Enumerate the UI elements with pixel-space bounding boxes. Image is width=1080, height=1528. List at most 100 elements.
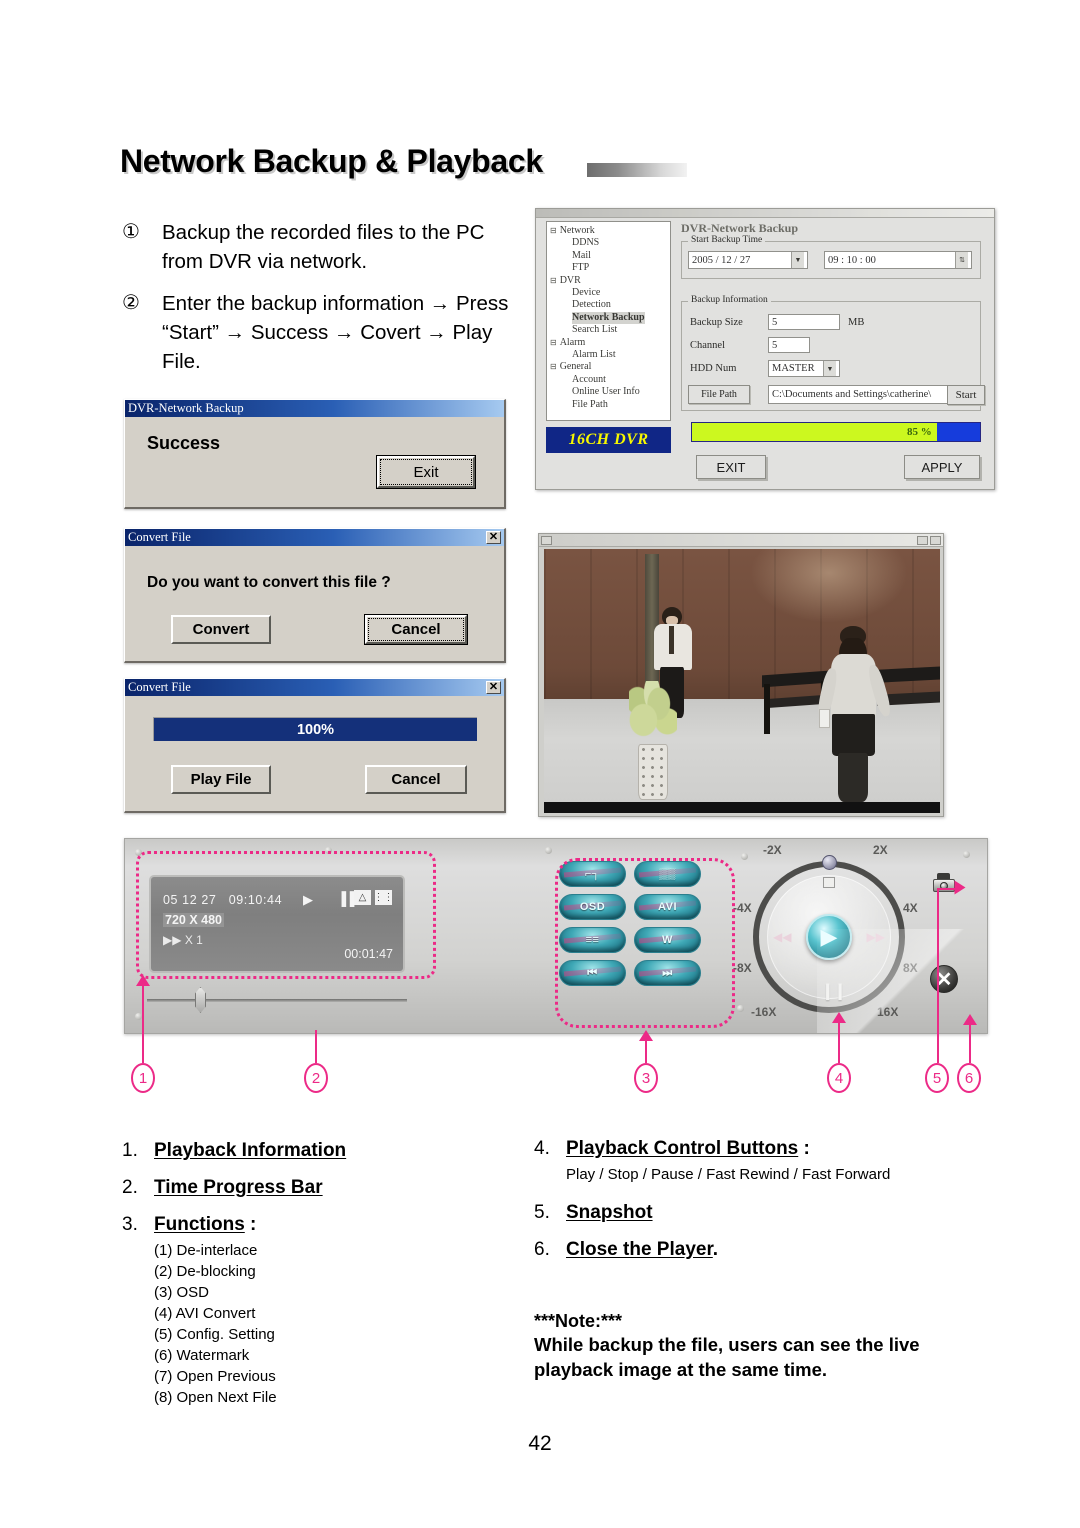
callout-3: 3 bbox=[634, 1063, 658, 1093]
tree-item-detection[interactable]: Detection bbox=[550, 299, 668, 311]
speed-value: X 1 bbox=[184, 933, 203, 947]
tree-item-ddns[interactable]: DDNS bbox=[550, 237, 668, 249]
tree-item-ftp[interactable]: FTP bbox=[550, 262, 668, 274]
time-progress-bar[interactable] bbox=[147, 999, 407, 1002]
jog-position-indicator[interactable] bbox=[822, 855, 837, 870]
convert-cancel-button[interactable]: Cancel bbox=[365, 615, 467, 644]
chevron-down-icon[interactable]: ▼ bbox=[823, 361, 836, 376]
osd-button[interactable]: OSD bbox=[559, 894, 626, 920]
legend-item-3-number: 3. bbox=[122, 1214, 138, 1235]
channel-input[interactable]: 5 bbox=[768, 337, 810, 353]
convert-dialog-title: Convert File bbox=[128, 530, 191, 544]
backup-window-titlebar bbox=[536, 209, 994, 218]
legend-item-2-title: Time Progress Bar bbox=[154, 1177, 323, 1198]
title-rule-decoration bbox=[587, 163, 687, 177]
backup-time-input[interactable]: 09 : 10 : 00 ⇅ bbox=[824, 251, 972, 269]
backup-panel-header: DVR-Network Backup bbox=[681, 221, 798, 235]
de-interlace-button[interactable]: ⌐┐ bbox=[559, 861, 626, 887]
play-file-label: Play File bbox=[190, 771, 252, 788]
window-controls[interactable] bbox=[917, 535, 941, 545]
progress-cancel-button[interactable]: Cancel bbox=[365, 765, 467, 794]
watermark-button[interactable]: W bbox=[634, 927, 701, 953]
success-dialog: DVR-Network Backup Success Exit bbox=[124, 399, 506, 509]
start-button[interactable]: Start bbox=[947, 385, 985, 405]
convert-button[interactable]: Convert bbox=[171, 615, 271, 644]
backup-exit-label: EXIT bbox=[716, 459, 746, 475]
backup-size-input[interactable]: 5 bbox=[768, 314, 840, 330]
success-exit-button[interactable]: Exit bbox=[377, 456, 475, 488]
tree-item-label: Detection bbox=[572, 299, 611, 311]
speed-label-4x: 4X bbox=[903, 901, 918, 915]
backup-exit-button[interactable]: EXIT bbox=[696, 455, 766, 479]
backup-information-legend: Backup Information bbox=[688, 295, 771, 305]
legend-item-6: 6. Close the Player. bbox=[534, 1237, 974, 1263]
callout-5: 5 bbox=[925, 1063, 949, 1093]
tree-item-label: Alarm List bbox=[572, 349, 616, 361]
tree-item-network-backup[interactable]: Network Backup bbox=[550, 311, 668, 325]
tree-item-label: File Path bbox=[572, 398, 608, 410]
tree-item-dvr[interactable]: DVR bbox=[550, 275, 668, 287]
video-window-titlebar bbox=[539, 534, 943, 547]
tree-item-online-user-info[interactable]: Online User Info bbox=[550, 386, 668, 398]
minimize-icon[interactable] bbox=[917, 535, 928, 545]
close-icon[interactable]: ✕ bbox=[486, 681, 501, 694]
speed-label-minus2x: -2X bbox=[763, 843, 782, 857]
stop-button[interactable] bbox=[823, 877, 835, 888]
pause-button[interactable]: ❙❙ bbox=[821, 984, 847, 1000]
backup-progress-label: 85 % bbox=[907, 426, 932, 438]
system-menu-icon[interactable] bbox=[541, 535, 552, 545]
time-progress-handle[interactable] bbox=[195, 987, 206, 1013]
close-player-button[interactable]: ✕ bbox=[930, 965, 958, 993]
chevron-down-icon[interactable]: ▼ bbox=[791, 252, 804, 268]
tree-item-device[interactable]: Device bbox=[550, 287, 668, 299]
snapshot-camera-icon[interactable] bbox=[931, 873, 957, 893]
backup-apply-button[interactable]: APPLY bbox=[904, 455, 980, 479]
de-blocking-icon: ▒▒ bbox=[659, 868, 676, 880]
page-number: 42 bbox=[528, 1432, 552, 1455]
callout-4: 4 bbox=[827, 1063, 851, 1093]
jog-shuttle-control[interactable]: ◀◀ ▶▶ ❙❙ ▶ bbox=[753, 855, 905, 1013]
tree-item-mail[interactable]: Mail bbox=[550, 250, 668, 262]
config-setting-button[interactable]: ≡≡ bbox=[559, 927, 626, 953]
tree-item-label: Network Backup bbox=[572, 311, 645, 325]
success-dialog-titlebar: DVR-Network Backup bbox=[125, 400, 504, 417]
function-buttons-group[interactable]: ⌐┐ ▒▒ OSD AVI ≡≡ W ⏮ ⏭ bbox=[559, 861, 719, 993]
tree-item-alarm[interactable]: Alarm bbox=[550, 337, 668, 349]
spinner-icon[interactable]: ⇅ bbox=[955, 252, 968, 268]
open-next-button[interactable]: ⏭ bbox=[634, 960, 701, 986]
screw-icon bbox=[135, 849, 142, 856]
dvr-logo: 16CH DVR bbox=[546, 427, 671, 453]
tree-item-search-list[interactable]: Search List bbox=[550, 324, 668, 336]
tree-item-file-path[interactable]: File Path bbox=[550, 399, 668, 411]
backup-date-input[interactable]: 2005 / 12 / 27 ▼ bbox=[688, 251, 808, 269]
legend-item-4-number: 4. bbox=[534, 1138, 550, 1159]
avi-convert-button[interactable]: AVI bbox=[634, 894, 701, 920]
legend-item-6-number: 6. bbox=[534, 1238, 550, 1260]
success-dialog-title: DVR-Network Backup bbox=[128, 401, 244, 415]
tree-item-network[interactable]: Network bbox=[550, 225, 668, 237]
play-button[interactable]: ▶ bbox=[806, 914, 852, 960]
settings-tree[interactable]: NetworkDDNSMailFTPDVRDeviceDetectionNetw… bbox=[546, 221, 671, 421]
maximize-icon[interactable] bbox=[930, 535, 941, 545]
tree-item-label: Alarm bbox=[559, 336, 586, 348]
intro-steps: ① Backup the recorded files to the PC fr… bbox=[122, 218, 522, 389]
hdd-num-select[interactable]: MASTER ▼ bbox=[768, 360, 840, 377]
progress-dialog-title: Convert File bbox=[128, 680, 191, 694]
fast-forward-button[interactable]: ▶▶ bbox=[867, 930, 885, 944]
tree-item-alarm-list[interactable]: Alarm List bbox=[550, 349, 668, 361]
callout-leader-6 bbox=[969, 1024, 971, 1063]
play-file-button[interactable]: Play File bbox=[171, 765, 271, 794]
tree-item-account[interactable]: Account bbox=[550, 374, 668, 386]
tree-item-general[interactable]: General bbox=[550, 361, 668, 373]
file-path-button[interactable]: File Path bbox=[688, 385, 750, 404]
playback-time: 09:10:44 bbox=[228, 893, 283, 907]
open-previous-button[interactable]: ⏮ bbox=[559, 960, 626, 986]
de-blocking-button[interactable]: ▒▒ bbox=[634, 861, 701, 887]
legend-right-column: 4. Playback Control Buttons : Play / Sto… bbox=[534, 1136, 974, 1382]
function-sublist-item: (7) Open Previous bbox=[154, 1368, 276, 1385]
file-path-input[interactable]: C:\Documents and Settings\catherine\ bbox=[768, 385, 972, 404]
close-icon[interactable]: ✕ bbox=[486, 531, 501, 544]
tree-item-label: DDNS bbox=[572, 237, 600, 249]
convert-question: Do you want to convert this file ? bbox=[147, 574, 391, 591]
fast-rewind-button[interactable]: ◀◀ bbox=[773, 930, 791, 944]
